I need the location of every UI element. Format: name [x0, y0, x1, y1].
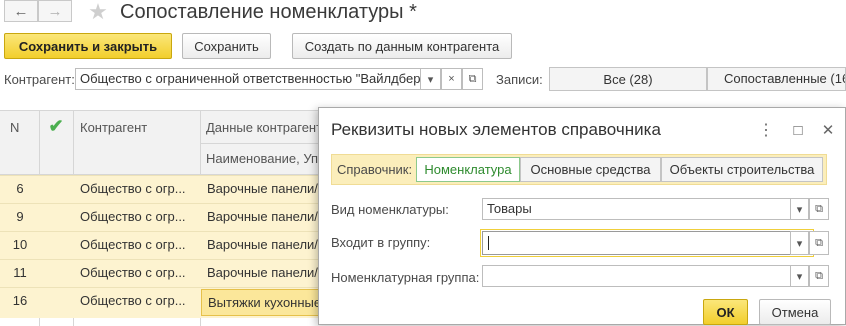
row-data: Варочные панели/	[207, 209, 318, 224]
row-number: 9	[16, 209, 24, 224]
contractor-dropdown-button[interactable]: ▾	[420, 68, 441, 90]
dropdown-arrow-icon: ▾	[427, 73, 434, 86]
row-data: Варочные панели/	[207, 237, 318, 252]
row-data-selected[interactable]: Вытяжки кухонные	[201, 289, 330, 316]
close-icon[interactable]: ✕	[819, 120, 837, 140]
back-button[interactable]: ←	[4, 0, 38, 22]
group-open-button[interactable]: ⧉	[809, 231, 829, 255]
table-row[interactable]: 9 Общество с огр... Варочные панели/	[0, 203, 330, 232]
nomenclature-group-field[interactable]	[482, 265, 791, 287]
records-label: Записи:	[496, 72, 543, 87]
records-all-tab[interactable]: Все (28)	[549, 67, 707, 91]
row-contractor: Общество с огр...	[80, 293, 186, 308]
reference-label: Справочник:	[337, 162, 413, 177]
row-number: 10	[12, 237, 28, 252]
contractor-label: Контрагент:	[4, 72, 75, 87]
table-row[interactable]: 11 Общество с огр... Варочные панели/	[0, 259, 330, 288]
row-number: 6	[16, 181, 24, 196]
favorite-star-icon[interactable]: ★	[84, 0, 112, 24]
text-cursor	[488, 235, 489, 250]
open-form-icon: ⧉	[468, 72, 477, 85]
row-contractor: Общество с огр...	[80, 209, 186, 224]
kind-open-button[interactable]: ⧉	[809, 198, 829, 220]
header-divider	[200, 143, 330, 144]
more-icon[interactable]: ⋮	[757, 120, 775, 140]
row-data: Варочные панели/	[207, 265, 318, 280]
arrow-right-icon: →	[47, 2, 63, 20]
reference-tab-nomenclature[interactable]: Номенклатура	[416, 157, 520, 182]
dropdown-arrow-icon: ▾	[796, 203, 803, 216]
kind-label: Вид номенклатуры:	[331, 202, 449, 217]
open-form-icon: ⧉	[815, 269, 823, 282]
reference-tab-construction[interactable]: Объекты строительства	[661, 157, 823, 182]
arrow-left-icon: ←	[13, 2, 29, 20]
row-data: Варочные панели/	[207, 181, 318, 196]
table-row[interactable]: 16 Общество с огр... Вытяжки кухонные	[0, 287, 330, 318]
column-contractor-header[interactable]: Контрагент	[80, 120, 147, 135]
group-field[interactable]	[482, 231, 791, 255]
group-dropdown-button[interactable]: ▾	[790, 231, 809, 255]
kind-field[interactable]: Товары	[482, 198, 791, 220]
table-row[interactable]: 6 Общество с огр... Варочные панели/	[0, 175, 330, 204]
check-icon[interactable]: ✔	[44, 116, 68, 136]
table-row[interactable]: 10 Общество с огр... Варочные панели/	[0, 231, 330, 260]
page-title: Сопоставление номенклатуры *	[120, 1, 417, 23]
open-form-icon: ⧉	[815, 202, 823, 215]
table-header: N ✔ Контрагент Данные контрагент Наимено…	[0, 111, 330, 175]
forward-button[interactable]: →	[38, 0, 72, 22]
new-elements-dialog: Реквизиты новых элементов справочника ⋮ …	[318, 107, 846, 325]
save-and-close-button[interactable]: Сохранить и закрыть	[4, 33, 172, 59]
save-button[interactable]: Сохранить	[182, 33, 271, 59]
cancel-button[interactable]: Отмена	[759, 299, 831, 325]
group-label: Входит в группу:	[331, 235, 431, 250]
clear-icon: ×	[448, 73, 455, 85]
dropdown-arrow-icon: ▾	[796, 270, 803, 283]
row-contractor: Общество с огр...	[80, 181, 186, 196]
open-form-icon: ⧉	[815, 236, 823, 249]
nomenclature-group-open-button[interactable]: ⧉	[809, 265, 829, 287]
row-contractor: Общество с огр...	[80, 265, 186, 280]
dropdown-arrow-icon: ▾	[796, 237, 803, 250]
row-number: 11	[13, 265, 27, 280]
column-n-header[interactable]: N	[10, 120, 19, 135]
reference-tab-fixed-assets[interactable]: Основные средства	[520, 157, 661, 182]
maximize-icon[interactable]: □	[789, 120, 807, 140]
kind-dropdown-button[interactable]: ▾	[790, 198, 809, 220]
matching-table: N ✔ Контрагент Данные контрагент Наимено…	[0, 110, 330, 326]
records-matched-tab[interactable]: Сопоставленные (16	[707, 67, 846, 91]
column-name-subheader[interactable]: Наименование, Уп	[206, 151, 318, 166]
dialog-title: Реквизиты новых элементов справочника	[331, 120, 661, 139]
contractor-field[interactable]: Общество с ограниченной ответственностью…	[75, 68, 421, 90]
nomenclature-group-label: Номенклатурная группа:	[331, 270, 480, 285]
row-contractor: Общество с огр...	[80, 237, 186, 252]
row-number: 16	[12, 293, 28, 308]
contractor-clear-button[interactable]: ×	[441, 68, 462, 90]
create-from-contractor-button[interactable]: Создать по данным контрагента	[292, 33, 512, 59]
column-data-header[interactable]: Данные контрагент	[206, 120, 322, 135]
ok-button[interactable]: ОК	[703, 299, 748, 325]
nomenclature-group-dropdown-button[interactable]: ▾	[790, 265, 809, 287]
reference-panel: Справочник: Номенклатура Основные средст…	[331, 154, 827, 185]
contractor-open-button[interactable]: ⧉	[462, 68, 483, 90]
